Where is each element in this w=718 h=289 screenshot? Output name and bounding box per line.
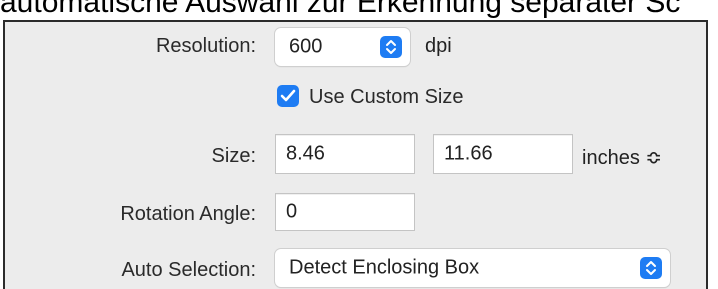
size-height-value: 11.66 xyxy=(444,142,493,165)
auto-selection-label: Auto Selection: xyxy=(121,259,256,281)
resolution-stepper-icon[interactable] xyxy=(380,36,402,58)
resolution-popup[interactable]: 600 xyxy=(275,28,410,66)
background-caption-text: automatische Auswahl zur Erkennung separ… xyxy=(0,0,681,19)
auto-selection-stepper-icon[interactable] xyxy=(640,257,662,279)
checkmark-icon xyxy=(280,89,296,102)
auto-selection-value: Detect Enclosing Box xyxy=(289,256,480,279)
resolution-label: Resolution: xyxy=(155,35,256,57)
rotation-angle-label: Rotation Angle: xyxy=(120,203,256,225)
use-custom-size-label: Use Custom Size xyxy=(309,86,464,108)
size-unit-popup[interactable]: inches ≎ xyxy=(582,145,662,170)
size-width-value: 8.46 xyxy=(286,142,325,165)
use-custom-size-checkbox[interactable] xyxy=(277,85,299,107)
scan-settings-panel: Resolution: 600 dpi Use Custom Size Size… xyxy=(3,20,708,289)
size-width-field[interactable]: 8.46 xyxy=(275,134,415,174)
resolution-value: 600 xyxy=(289,35,323,58)
resolution-unit: dpi xyxy=(425,35,452,57)
size-label: Size: xyxy=(211,145,256,167)
size-height-field[interactable]: 11.66 xyxy=(433,134,573,174)
rotation-angle-field[interactable]: 0 xyxy=(275,193,415,231)
auto-selection-popup[interactable]: Detect Enclosing Box xyxy=(275,249,670,287)
rotation-angle-value: 0 xyxy=(286,200,298,223)
